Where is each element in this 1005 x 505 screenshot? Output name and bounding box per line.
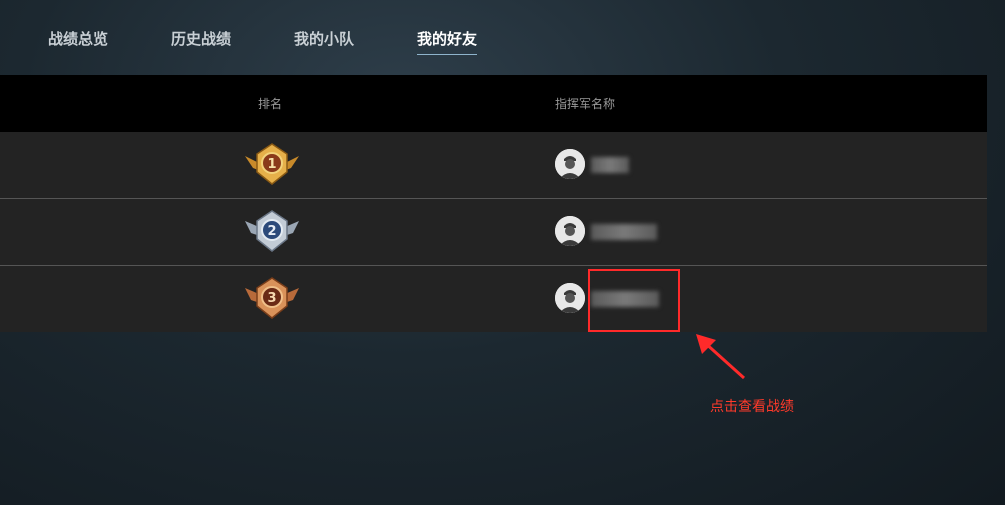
table-row: 2 [0, 199, 987, 266]
tab-friends[interactable]: 我的好友 [417, 28, 478, 55]
avatar [555, 216, 585, 246]
arrow-icon [696, 334, 746, 380]
friends-ranking-table: 排名 指挥军名称 1 2 3 [0, 75, 987, 332]
avatar [555, 283, 585, 313]
table-header: 排名 指挥军名称 [0, 75, 987, 132]
column-header-rank: 排名 [258, 97, 283, 111]
medal-rank-number: 2 [267, 224, 276, 239]
avatar [555, 149, 585, 179]
table-row: 3 [0, 266, 987, 332]
tab-squad[interactable]: 我的小队 [294, 28, 354, 54]
medal-rank-number: 1 [267, 157, 276, 172]
table-row: 1 [0, 132, 987, 199]
tab-overview[interactable]: 战绩总览 [48, 28, 108, 54]
gold-medal-icon: 1 [245, 143, 299, 185]
bronze-medal-icon: 3 [245, 277, 299, 319]
silver-medal-icon: 2 [245, 210, 299, 252]
column-header-commander-name: 指挥军名称 [555, 97, 616, 111]
tab-bar: 战绩总览 历史战绩 我的小队 我的好友 [0, 0, 1005, 75]
highlight-box [588, 269, 680, 332]
hint-text: 点击查看战绩 [710, 399, 794, 415]
commander-name-blurred[interactable] [591, 224, 657, 240]
commander-name-blurred[interactable] [591, 157, 629, 173]
medal-rank-number: 3 [267, 291, 276, 306]
tab-history[interactable]: 历史战绩 [171, 28, 231, 54]
